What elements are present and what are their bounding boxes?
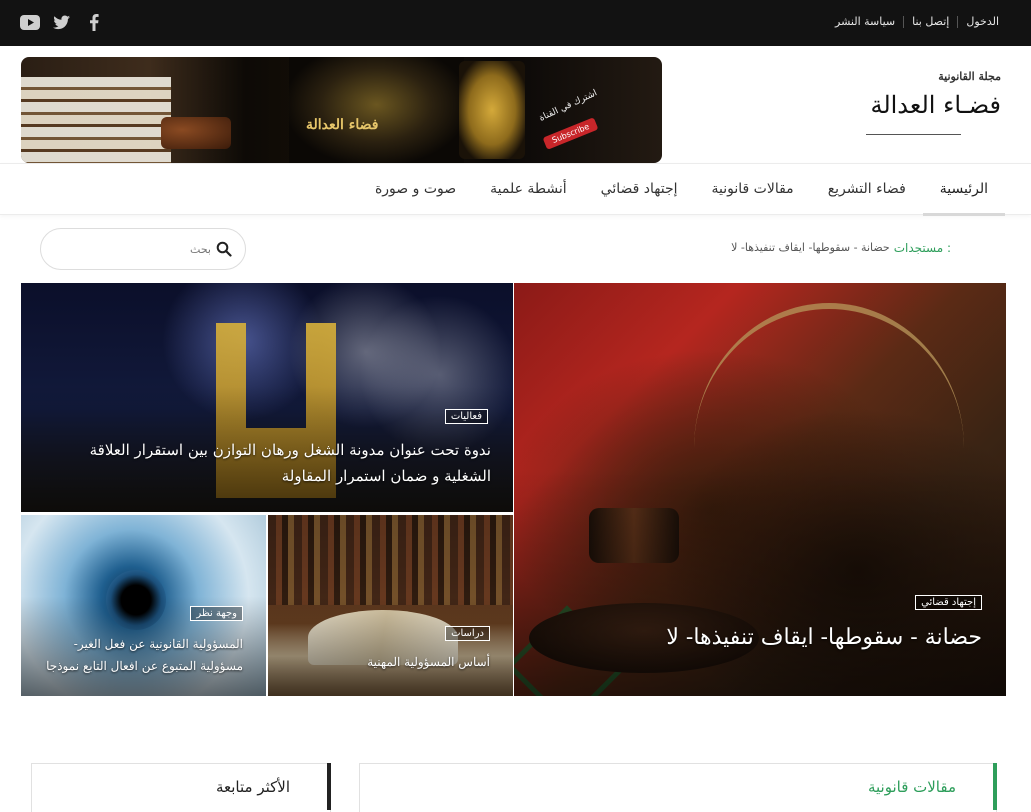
youtube-icon[interactable] [20, 12, 40, 32]
nav-item-scientific-activities[interactable]: أنشطة علمية [473, 164, 584, 216]
banner-stage-image [289, 57, 464, 163]
featured-bottom-left[interactable]: وجهة نظر المسؤولية القانونية عن فعل الغي… [21, 515, 266, 696]
login-link[interactable]: الدخول [958, 15, 1007, 28]
subscribe-button[interactable]: Subscribe [542, 117, 599, 150]
featured-bottom-left-title[interactable]: المسؤولية القانونية عن فعل الغير- مسؤولي… [28, 633, 243, 677]
nav-item-audio-video[interactable]: صوت و صورة [358, 164, 473, 216]
nav-item-home[interactable]: الرئيسية [922, 164, 1006, 216]
nav-item-case-law[interactable]: إجتهاد قضائي [584, 164, 695, 216]
nav-items: الرئيسية فضاء التشريع مقالات قانونية إجت… [358, 164, 1006, 216]
legal-articles-section-title[interactable]: مقالات قانونية [868, 778, 956, 796]
nav-item-legal-articles[interactable]: مقالات قانونية [695, 164, 811, 216]
featured-main[interactable]: إجتهاد قضائي حضانة - سقوطها- ايقاف تنفيذ… [514, 283, 1006, 696]
header-banner[interactable]: فضاء العدالة اشترك في القناة Subscribe [21, 57, 662, 163]
banner-gavel-image [161, 117, 231, 149]
logo-brand: مجلة القانونية [938, 70, 1001, 83]
top-bar: الدخول إتصل بنا سياسة النشر [0, 0, 1031, 46]
search-box [40, 228, 246, 270]
featured-bottom-right[interactable]: دراسات أساس المسؤولية المهنية [268, 515, 513, 696]
featured-top-title[interactable]: ندوة تحت عنوان مدونة الشغل ورهان التوازن… [41, 437, 491, 489]
logo-rule [866, 134, 961, 135]
twitter-icon[interactable] [52, 12, 72, 32]
channel-logo [459, 61, 525, 159]
category-badge[interactable]: دراسات [445, 626, 490, 641]
banner-stage-title: فضاء العدالة [306, 117, 379, 133]
publishing-policy-link[interactable]: سياسة النشر [827, 15, 903, 28]
category-badge[interactable]: وجهة نظر [190, 606, 243, 621]
most-followed-section-header: الأكثر متابعة [31, 763, 331, 812]
featured-main-title[interactable]: حضانة - سقوطها- ايقاف تنفيذها- لا [542, 625, 982, 650]
section-accent-bar [327, 763, 331, 810]
ticker-item[interactable]: حضانة - سقوطها- ايقاف تنفيذها- لا [731, 241, 890, 255]
top-links: الدخول إتصل بنا سياسة النشر [827, 15, 1007, 28]
search-icon[interactable] [216, 241, 232, 257]
category-badge[interactable]: إجتهاد قضائي [915, 595, 982, 610]
facebook-icon[interactable] [84, 12, 104, 32]
ticker-label: مستجدات : [893, 241, 951, 255]
logo-name: فضـاء العدالة [870, 91, 1001, 119]
search-input[interactable] [81, 229, 211, 269]
featured-top[interactable]: فعاليات ندوة تحت عنوان مدونة الشغل ورهان… [21, 283, 513, 512]
legal-articles-section-header: مقالات قانونية [359, 763, 997, 812]
news-ticker: مستجدات : حضانة - سقوطها- ايقاف تنفيذها-… [731, 241, 951, 255]
main-nav: الرئيسية فضاء التشريع مقالات قانونية إجت… [0, 163, 1031, 216]
social-links [20, 12, 104, 32]
category-badge[interactable]: فعاليات [444, 409, 488, 424]
section-accent-bar [993, 763, 997, 810]
contact-link[interactable]: إتصل بنا [904, 15, 957, 28]
nav-item-legislation[interactable]: فضاء التشريع [811, 164, 923, 216]
most-followed-section-title: الأكثر متابعة [215, 778, 290, 796]
banner-books-image [21, 77, 171, 163]
site-logo[interactable]: مجلة القانونية فضـاء العدالة [781, 70, 1001, 150]
featured-bottom-right-title[interactable]: أساس المسؤولية المهنية [275, 655, 490, 669]
